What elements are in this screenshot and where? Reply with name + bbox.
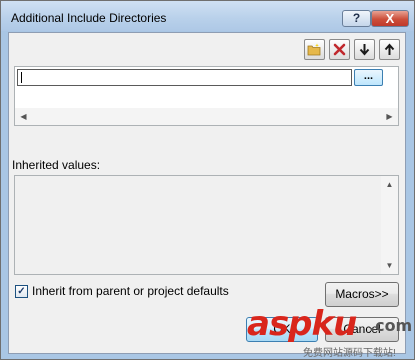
directory-list[interactable]: ... ◀ ▶	[14, 66, 399, 126]
watermark-tagline: 免费网站源码下载站!	[303, 348, 396, 359]
scroll-down-icon[interactable]: ▼	[381, 257, 398, 274]
directory-edit-field[interactable]	[17, 69, 352, 86]
inherited-values-label: Inherited values:	[12, 158, 101, 172]
scroll-left-icon[interactable]: ◀	[15, 108, 32, 125]
scroll-up-icon[interactable]: ▲	[381, 176, 398, 193]
move-down-button[interactable]	[354, 39, 375, 60]
watermark-logo: aspku .com 免费网站源码下载站!	[245, 304, 415, 360]
inherit-checkbox-row[interactable]: ✓ Inherit from parent or project default…	[15, 284, 229, 298]
close-button[interactable]: X	[371, 10, 409, 27]
delete-line-button[interactable]	[329, 39, 350, 60]
move-down-icon	[359, 44, 370, 56]
scroll-right-icon[interactable]: ▶	[381, 108, 398, 125]
inherited-values-box: ▲ ▼	[14, 175, 399, 275]
help-button[interactable]: ?	[342, 10, 371, 27]
browse-button[interactable]: ...	[354, 69, 383, 86]
vertical-scrollbar[interactable]: ▲ ▼	[381, 176, 398, 274]
text-caret	[21, 72, 22, 83]
delete-icon	[333, 43, 346, 56]
watermark-brand: aspku	[247, 304, 357, 344]
watermark-suffix: .com	[369, 316, 413, 335]
inherit-checkbox-label: Inherit from parent or project defaults	[32, 284, 229, 298]
new-line-button[interactable]	[304, 39, 325, 60]
window-title: Additional Include Directories	[11, 11, 167, 25]
move-up-icon	[384, 43, 395, 55]
horizontal-scrollbar[interactable]: ◀ ▶	[15, 108, 398, 125]
new-folder-icon	[307, 43, 321, 56]
title-bar[interactable]: Additional Include Directories ? X	[1, 1, 414, 31]
move-up-button[interactable]	[379, 39, 400, 60]
inherit-checkbox[interactable]: ✓	[15, 284, 28, 298]
